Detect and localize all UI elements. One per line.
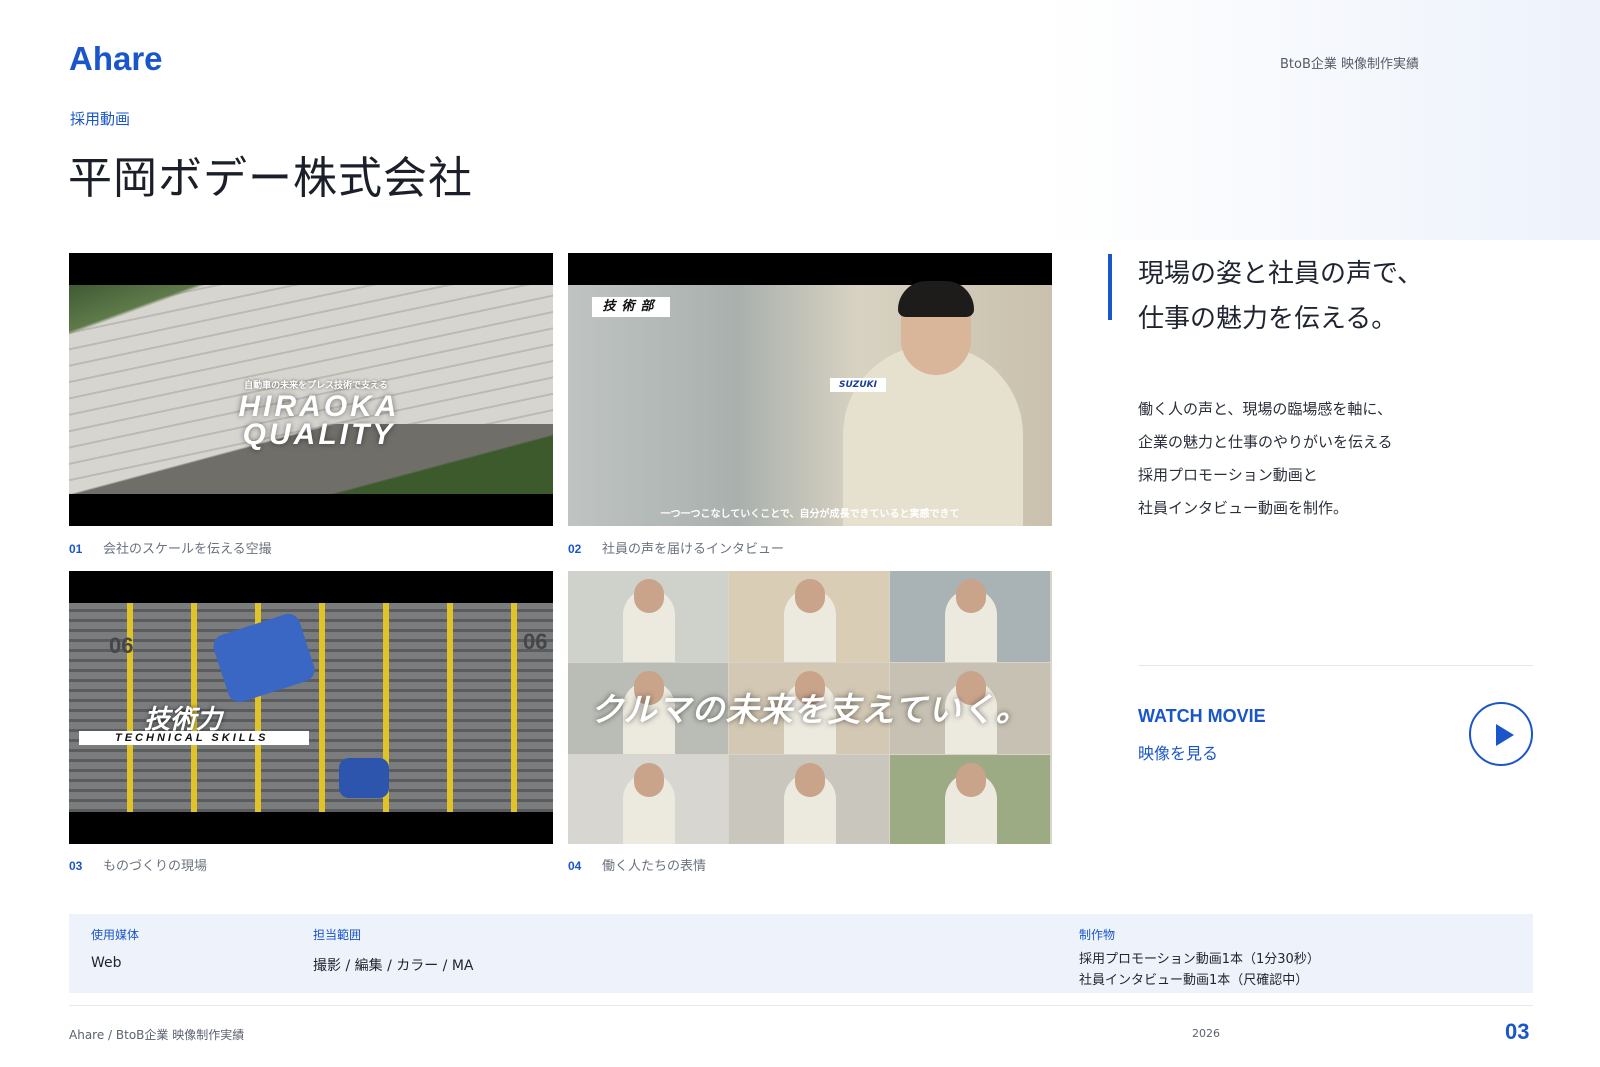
video-thumbnail-03[interactable]: 06 06 技術力 TECHNICAL SKILLS bbox=[69, 571, 553, 844]
robot-arm-shape bbox=[210, 610, 318, 706]
header-tag: BtoB企業 映像制作実績 bbox=[1280, 57, 1420, 72]
portrait-cell bbox=[890, 755, 1050, 844]
thumbnail-caption-03: 03 ものづくりの現場 bbox=[69, 855, 207, 874]
page-number: 03 bbox=[1505, 1019, 1530, 1044]
project-category: 採用動画 bbox=[70, 110, 131, 128]
play-icon bbox=[1496, 724, 1514, 746]
page-title: 平岡ボデー株式会社 bbox=[68, 153, 473, 204]
aerial-factory-image: 自動車の未来をプレス技術で支える HIRAOKA QUALITY bbox=[69, 285, 553, 494]
project-info-bar: 使用媒体 Web 担当範囲 撮影 / 編集 / カラー / MA 制作物 採用プ… bbox=[69, 914, 1533, 993]
deliverables-label: 制作物 bbox=[1079, 928, 1116, 942]
play-button[interactable] bbox=[1469, 702, 1533, 766]
interview-subtitle: 一つ一つこなしていくことで、自分が成長できていると実感できて bbox=[660, 509, 960, 520]
brand-logo[interactable]: Ahare bbox=[69, 40, 163, 78]
portrait-cell bbox=[729, 571, 889, 662]
watch-movie-link-ja[interactable]: 映像を見る bbox=[1138, 740, 1218, 764]
watch-movie-link[interactable]: WATCH MOVIE bbox=[1138, 706, 1266, 727]
portrait-cell bbox=[568, 755, 728, 844]
caption-text: 社員の声を届けるインタビュー bbox=[602, 542, 785, 557]
thumbnail-caption-01: 01 会社のスケールを伝える空撮 bbox=[69, 538, 272, 557]
lead-accent-bar bbox=[1108, 254, 1112, 320]
lead-heading: 現場の姿と社員の声で、 仕事の魅力を伝える。 bbox=[1138, 252, 1423, 342]
lead-line: 現場の姿と社員の声で、 bbox=[1138, 259, 1423, 289]
footer-breadcrumb: Ahare / BtoB企業 映像制作実績 bbox=[69, 1028, 245, 1042]
caption-number: 02 bbox=[568, 542, 582, 556]
interview-office-image: 技術部 SUZUKI 一つ一つこなしていくことで、自分が成長できていると実感でき… bbox=[568, 281, 1052, 526]
thumbnail-overlay-subtitle: TECHNICAL SKILLS bbox=[79, 731, 309, 745]
machine-number: 06 bbox=[523, 629, 548, 654]
description-line: 社員インタビュー動画を制作。 bbox=[1138, 499, 1349, 517]
deliverable-item: 社員インタビュー動画1本（尺確認中） bbox=[1079, 973, 1309, 988]
lead-line: 仕事の魅力を伝える。 bbox=[1138, 304, 1398, 334]
caption-text: 会社のスケールを伝える空撮 bbox=[103, 542, 272, 557]
caption-text: ものづくりの現場 bbox=[103, 859, 208, 874]
factory-machinery-image: 06 06 技術力 TECHNICAL SKILLS bbox=[69, 603, 553, 812]
thumbnail-caption-04: 04 働く人たちの表情 bbox=[568, 855, 706, 874]
footer-year: 2026 bbox=[1192, 1027, 1220, 1040]
deliverable-item: 採用プロモーション動画1本（1分30秒） bbox=[1079, 952, 1320, 967]
media-value: Web bbox=[91, 955, 122, 971]
thumbnail-caption-02: 02 社員の声を届けるインタビュー bbox=[568, 538, 784, 557]
description-line: 採用プロモーション動画と bbox=[1138, 466, 1318, 484]
video-thumbnail-04[interactable]: クルマの未来を支えていく。 bbox=[568, 571, 1052, 844]
deliverables-list: 採用プロモーション動画1本（1分30秒） 社員インタビュー動画1本（尺確認中） bbox=[1079, 949, 1320, 991]
department-label: 技術部 bbox=[592, 297, 670, 317]
machine-number: 06 bbox=[109, 633, 134, 658]
portrait-cell bbox=[568, 571, 728, 662]
portrait-cell bbox=[890, 571, 1050, 662]
scope-label: 担当範囲 bbox=[313, 928, 362, 942]
thumbnail-overlay-title: クルマの未来を支えていく。 bbox=[590, 690, 1030, 729]
caption-number: 04 bbox=[568, 859, 582, 873]
caption-text: 働く人たちの表情 bbox=[602, 859, 707, 874]
caption-number: 01 bbox=[69, 542, 83, 556]
description-line: 働く人の声と、現場の臨場感を軸に、 bbox=[1138, 400, 1392, 418]
description-line: 企業の魅力と仕事のやりがいを伝える bbox=[1138, 433, 1393, 451]
suzuki-sign: SUZUKI bbox=[830, 378, 886, 392]
portrait-cell bbox=[729, 755, 889, 844]
media-label: 使用媒体 bbox=[91, 928, 140, 942]
scope-value: 撮影 / 編集 / カラー / MA bbox=[313, 958, 474, 974]
header-gradient-background bbox=[1040, 0, 1600, 240]
video-thumbnail-02[interactable]: 技術部 SUZUKI 一つ一つこなしていくことで、自分が成長できていると実感でき… bbox=[568, 253, 1052, 526]
footer-divider bbox=[69, 1005, 1533, 1006]
thumbnail-overlay-title: HIRAOKA QUALITY bbox=[238, 390, 400, 451]
video-thumbnail-01[interactable]: 自動車の未来をプレス技術で支える HIRAOKA QUALITY bbox=[69, 253, 553, 526]
description: 働く人の声と、現場の臨場感を軸に、 企業の魅力と仕事のやりがいを伝える 採用プロ… bbox=[1138, 393, 1393, 525]
caption-number: 03 bbox=[69, 859, 83, 873]
divider bbox=[1138, 665, 1533, 666]
